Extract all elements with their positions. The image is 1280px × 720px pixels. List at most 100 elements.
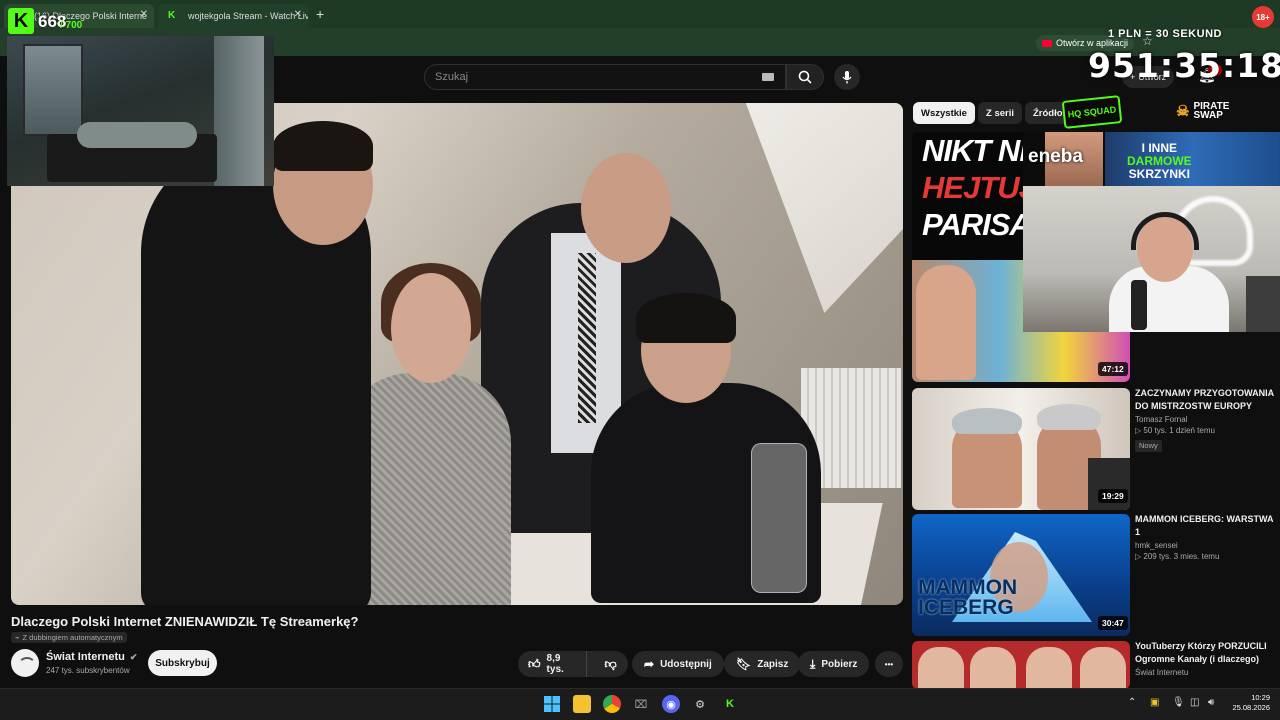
keyboard-icon[interactable]: [762, 73, 774, 81]
thumbs-down-icon: 👎︎: [604, 656, 617, 671]
pirate-swap-text: PIRATE SWAP: [1193, 101, 1230, 121]
taskbar-clock[interactable]: 10:29 25.08.2026: [1228, 693, 1270, 713]
recommendation-channel: Tomasz Fornal: [1135, 415, 1188, 424]
duration-badge: 30:47: [1098, 616, 1128, 630]
thumbnail-face: [970, 647, 1016, 689]
tray-volume-icon[interactable]: 🔊︎: [1208, 697, 1214, 708]
tab-kick-stream[interactable]: K wojtekgola Stream - Watch Live ✕: [158, 4, 308, 28]
search-button[interactable]: [786, 64, 824, 90]
camera-curtain: [214, 36, 264, 186]
more-actions-button[interactable]: •••: [875, 651, 903, 677]
recommendation-info-2[interactable]: ZACZYNAMY PRZYGOTOWANIA DO MISTRZOSTW EU…: [1135, 387, 1275, 453]
subathon-timer: 951:35:18: [1088, 46, 1280, 85]
recommendation-meta: ▷ 50 tys. 1 dzień temu: [1135, 426, 1215, 435]
kick-logo-icon: K: [8, 8, 34, 34]
thumbs-up-icon: 👍︎: [528, 656, 541, 671]
dislike-button[interactable]: 👎︎: [593, 651, 628, 677]
more-icon: •••: [884, 659, 894, 669]
video-scene-head: [391, 273, 471, 383]
close-tab-icon[interactable]: ✕: [140, 9, 148, 20]
chip-all[interactable]: Wszystkie: [913, 102, 975, 124]
voice-search-button[interactable]: [834, 64, 860, 90]
download-button[interactable]: ⤓ Pobierz: [798, 651, 870, 677]
video-scene-hair: [273, 121, 373, 171]
kick-favicon-icon: K: [168, 10, 176, 21]
discord-icon[interactable]: ◉: [662, 695, 680, 713]
thumbnail-text: MAMMON ICEBERG: [918, 576, 1018, 619]
bookmark-icon: 🔖︎: [736, 657, 752, 671]
screen: ▶ (16) Dlaczego Polski Interne ✕ K wojte…: [0, 0, 1280, 720]
like-button[interactable]: 👍︎ 8,9 tys.: [518, 651, 588, 677]
windows-start-icon[interactable]: [543, 695, 561, 713]
channel-name[interactable]: Świat Internetu ✔: [46, 651, 137, 663]
video-title: Dlaczego Polski Internet ZNIENAWIDZIŁ Tę…: [11, 614, 359, 629]
youtube-logo-icon: [1042, 39, 1052, 47]
subscribe-button[interactable]: Subskrybuj: [148, 650, 217, 676]
download-icon: ⤓: [810, 656, 816, 671]
close-tab-icon[interactable]: ✕: [294, 9, 302, 20]
tab-label: wojtekgola Stream - Watch Live: [188, 11, 308, 21]
verified-icon: ✔: [129, 652, 138, 662]
age-restriction-badge: 18+: [1252, 6, 1274, 28]
thumbnail-hair: [1037, 404, 1101, 430]
pirate-skull-icon: ☠: [1176, 102, 1190, 120]
webcam-microphone: [1131, 280, 1147, 330]
video-scene-head: [581, 153, 671, 263]
recommendation-info-4[interactable]: YouTuberzy Którzy PORZUCILI Ogromne Kana…: [1135, 640, 1275, 688]
file-explorer-icon[interactable]: [573, 695, 591, 713]
clock-date: 25.08.2026: [1232, 703, 1270, 712]
save-label: Zapisz: [757, 658, 789, 670]
microphone-icon: [842, 71, 852, 84]
camera-window: [23, 44, 83, 136]
tray-mic-icon[interactable]: 🎙︎: [1172, 697, 1185, 708]
browser-tab-strip: ▶ (16) Dlaczego Polski Interne ✕ K wojte…: [0, 0, 1280, 28]
clock-time: 10:29: [1251, 693, 1270, 702]
recommendation-title: ZACZYNAMY PRZYGOTOWANIA DO MISTRZOSTW EU…: [1135, 388, 1274, 411]
thumbnail-face: [1026, 647, 1072, 689]
chip-series[interactable]: Z serii: [978, 102, 1022, 124]
viewer-goal: / 700: [60, 20, 83, 31]
video-scene-tie: [578, 253, 596, 423]
camera-person: [77, 122, 197, 148]
recommendation-channel: hmk_sensei: [1135, 541, 1178, 550]
new-tab-button[interactable]: +: [316, 6, 324, 22]
tray-network-icon[interactable]: ◫: [1190, 697, 1199, 708]
streamer-webcam: [1023, 186, 1280, 332]
search-input[interactable]: Szukaj: [424, 64, 786, 90]
dub-text: Z dubbingiem automatycznym: [22, 633, 123, 642]
recommendation-channel: Świat Internetu: [1135, 668, 1189, 677]
sponsor-crates-text: I INNE DARMOWE SKRZYNKI: [1127, 141, 1192, 181]
tray-chevron-icon[interactable]: ⌃: [1128, 697, 1136, 708]
recommendation-info-3[interactable]: MAMMON ICEBERG: WARSTWA 1 hmk_sensei ▷ 2…: [1135, 513, 1275, 561]
thumbnail-face: [918, 647, 964, 689]
thumbnail-face: [916, 265, 976, 380]
recommendation-thumbnail-4[interactable]: [912, 641, 1130, 689]
search-icon: [798, 70, 812, 84]
video-scene-hair: [636, 293, 736, 343]
share-button[interactable]: ➦ Udostępnij: [632, 651, 724, 677]
subscriber-count: 247 tys. subskrybentów: [46, 666, 130, 675]
channel-avatar[interactable]: [11, 649, 39, 677]
channel-name-text: Świat Internetu: [46, 651, 125, 663]
virtual-desktop-icon[interactable]: ⌧: [632, 695, 650, 713]
share-arrow-icon: ➦: [644, 657, 655, 671]
thumbnail-face: [1080, 647, 1126, 689]
chrome-icon[interactable]: [603, 695, 621, 713]
sponsor-banner: eneba I INNE DARMOWE SKRZYNKI: [1023, 132, 1280, 186]
recommendation-title: YouTuberzy Którzy PORZUCILI Ogromne Kana…: [1135, 641, 1267, 664]
recommendation-meta: ▷ 209 tys. 3 mies. temu: [1135, 552, 1220, 561]
new-badge: Nowy: [1135, 440, 1162, 452]
steam-icon[interactable]: ⚙: [691, 695, 709, 713]
auto-dub-label: ⌁ Z dubbingiem automatycznym: [11, 632, 127, 643]
save-button[interactable]: 🔖︎ Zapisz: [724, 651, 801, 677]
like-dislike-group: 👍︎ 8,9 tys. 👎︎: [518, 651, 628, 677]
hq-squad-logo: HQ SQUAD: [1061, 95, 1123, 129]
tray-app-icon[interactable]: ▣: [1150, 697, 1159, 708]
webcam-background: [1246, 276, 1280, 332]
windows-logo-icon: [544, 696, 560, 712]
bedroom-camera-feed: [7, 36, 274, 186]
dub-icon: ⌁: [15, 633, 20, 642]
recommendation-title: MAMMON ICEBERG: WARSTWA 1: [1135, 514, 1274, 537]
kick-app-icon[interactable]: K: [721, 695, 739, 713]
pirate-swap-logo: ☠ PIRATE SWAP: [1176, 101, 1230, 121]
